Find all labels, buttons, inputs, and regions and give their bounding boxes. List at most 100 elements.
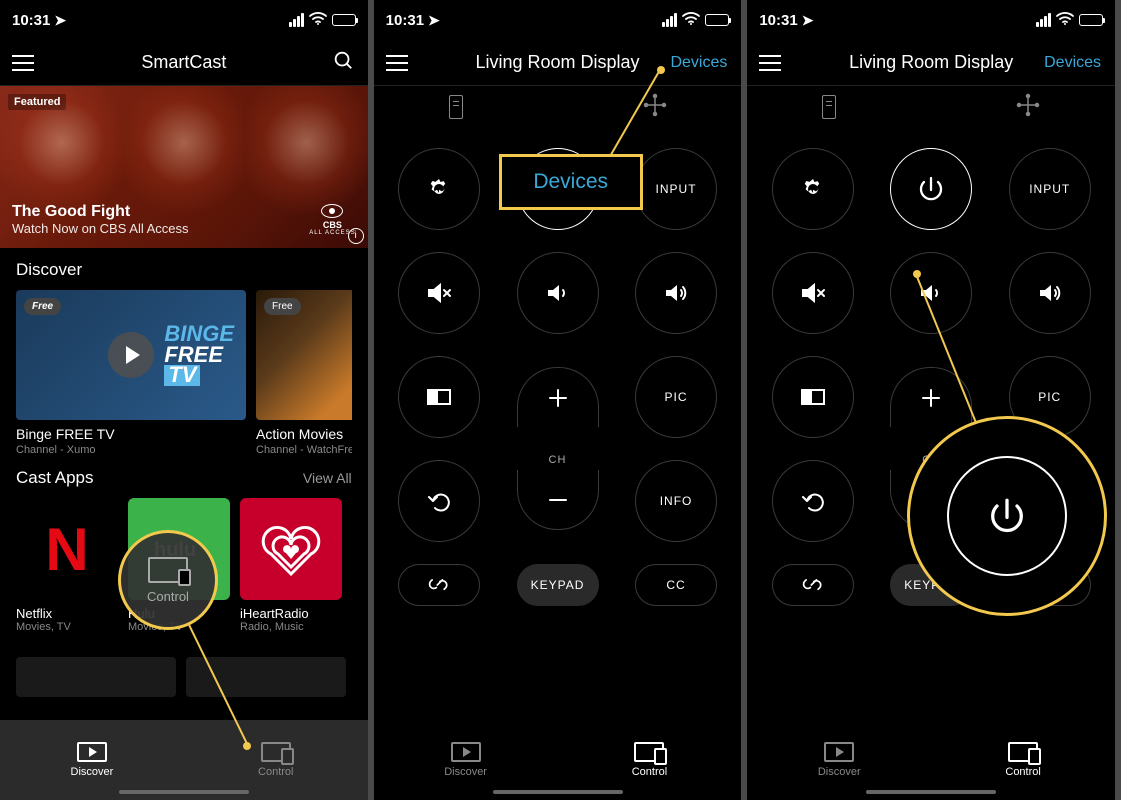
discover-card[interactable]: Free BINGE FREE TV Binge FREE TV Channel… bbox=[16, 290, 246, 456]
page-title: Living Room Display bbox=[849, 52, 1013, 73]
input-button[interactable]: INPUT bbox=[635, 148, 717, 230]
bottom-tab-bar: Discover Control bbox=[747, 720, 1115, 800]
featured-subtitle: Watch Now on CBS All Access bbox=[12, 221, 189, 236]
pic-button[interactable]: PIC bbox=[1009, 356, 1091, 438]
channel-up-button[interactable] bbox=[890, 367, 972, 427]
cc-button[interactable]: CC bbox=[1009, 564, 1091, 606]
battery-icon bbox=[332, 14, 356, 26]
tab-control[interactable]: Control bbox=[184, 720, 368, 800]
mute-button[interactable] bbox=[398, 252, 480, 334]
home-indicator[interactable] bbox=[119, 790, 249, 794]
remote-button-grid: INPUT PIC CH INFO KEYPAD CC bbox=[374, 128, 742, 606]
screen-2-remote-devices-callout: 10:31➤ Living Room Display Devices INPUT… bbox=[374, 0, 748, 800]
channel-up-button[interactable] bbox=[517, 367, 599, 427]
pic-button[interactable]: PIC bbox=[635, 356, 717, 438]
remote-subheader bbox=[374, 86, 742, 128]
keypad-button[interactable]: KEYPAD bbox=[517, 564, 599, 606]
tab-discover[interactable]: Discover bbox=[747, 720, 931, 800]
settings-button[interactable] bbox=[398, 148, 480, 230]
clock: 10:31 bbox=[386, 12, 424, 29]
input-button[interactable]: INPUT bbox=[1009, 148, 1091, 230]
cast-apps-section: Cast Apps View All N Netflix Movies, TV … bbox=[0, 456, 368, 633]
home-indicator[interactable] bbox=[866, 790, 996, 794]
play-icon bbox=[108, 332, 154, 378]
control-icon bbox=[1008, 742, 1038, 762]
channel-down-button[interactable] bbox=[890, 470, 972, 530]
view-all-link[interactable]: View All bbox=[303, 470, 352, 486]
status-bar: 10:31➤ bbox=[0, 0, 368, 40]
settings-button[interactable] bbox=[772, 148, 854, 230]
back-button[interactable] bbox=[772, 460, 854, 542]
discover-icon bbox=[824, 742, 854, 762]
remote-list-icon[interactable] bbox=[822, 95, 836, 119]
menu-button[interactable] bbox=[386, 55, 408, 71]
devices-link[interactable]: Devices bbox=[670, 54, 727, 72]
status-bar: 10:31 ➤ bbox=[747, 0, 1115, 40]
cell-signal-icon bbox=[662, 13, 677, 27]
back-button[interactable] bbox=[398, 460, 480, 542]
wifi-icon bbox=[309, 12, 327, 29]
volume-down-button[interactable] bbox=[517, 252, 599, 334]
app-tile-iheart[interactable]: iHeartRadio Radio, Music bbox=[240, 498, 342, 633]
location-icon: ➤ bbox=[54, 12, 66, 29]
search-button[interactable] bbox=[332, 49, 354, 76]
tab-control[interactable]: Control bbox=[931, 720, 1115, 800]
cell-signal-icon bbox=[289, 13, 304, 27]
card-title: Action Movies bbox=[256, 426, 352, 442]
tab-discover[interactable]: Discover bbox=[0, 720, 184, 800]
screen-3-remote-power-callout: 10:31 ➤ Living Room Display Devices INPUT… bbox=[747, 0, 1121, 800]
card-subtitle: Channel - Xumo bbox=[16, 444, 246, 456]
battery-icon bbox=[1079, 14, 1103, 26]
menu-button[interactable] bbox=[759, 55, 781, 71]
section-title: Cast Apps bbox=[16, 468, 94, 488]
remote-button-grid: INPUT PIC CH INFO KEYPAD CC bbox=[747, 128, 1115, 606]
app-header: Living Room Display Devices bbox=[747, 40, 1115, 86]
home-indicator[interactable] bbox=[493, 790, 623, 794]
aspect-button[interactable] bbox=[398, 356, 480, 438]
keypad-button[interactable]: KEYPAD bbox=[890, 564, 972, 606]
add-device-button[interactable] bbox=[1016, 93, 1040, 122]
page-title: Living Room Display bbox=[475, 52, 639, 73]
power-button[interactable] bbox=[517, 148, 599, 230]
link-button[interactable] bbox=[398, 564, 480, 606]
tab-discover[interactable]: Discover bbox=[374, 720, 558, 800]
page-title: SmartCast bbox=[141, 52, 226, 73]
free-tag: Free bbox=[264, 298, 301, 315]
bottom-tab-bar: Discover Control bbox=[0, 720, 368, 800]
cc-button[interactable]: CC bbox=[635, 564, 717, 606]
volume-up-button[interactable] bbox=[1009, 252, 1091, 334]
clock: 10:31 bbox=[759, 12, 797, 29]
control-icon bbox=[634, 742, 664, 762]
featured-banner[interactable]: Featured The Good Fight Watch Now on CBS… bbox=[0, 86, 368, 248]
channel-label: CH bbox=[549, 454, 567, 466]
app-header: SmartCast bbox=[0, 40, 368, 86]
channel-down-button[interactable] bbox=[517, 470, 599, 530]
remote-list-icon[interactable] bbox=[449, 95, 463, 119]
discover-section: Discover Free BINGE FREE TV Binge FREE T… bbox=[0, 248, 368, 456]
info-icon[interactable]: i bbox=[348, 228, 364, 244]
tab-control[interactable]: Control bbox=[558, 720, 742, 800]
discover-icon bbox=[451, 742, 481, 762]
devices-link[interactable]: Devices bbox=[1044, 54, 1101, 72]
wifi-icon bbox=[1056, 12, 1074, 29]
app-tile-hulu[interactable]: hulu Hulu Movies, TV bbox=[128, 498, 230, 633]
wifi-icon bbox=[682, 12, 700, 29]
mute-button[interactable] bbox=[772, 252, 854, 334]
add-device-button[interactable] bbox=[643, 93, 667, 122]
featured-title: The Good Fight bbox=[12, 203, 189, 221]
info-button[interactable]: INFO bbox=[635, 460, 717, 542]
discover-icon bbox=[77, 742, 107, 762]
info-button[interactable]: INFO bbox=[1009, 460, 1091, 542]
app-header: Living Room Display Devices bbox=[374, 40, 742, 86]
volume-up-button[interactable] bbox=[635, 252, 717, 334]
discover-card[interactable]: Free Action Movies Channel - WatchFree bbox=[256, 290, 352, 456]
featured-badge: Featured bbox=[8, 94, 66, 110]
location-icon: ➤ bbox=[802, 12, 814, 29]
cell-signal-icon bbox=[1036, 13, 1051, 27]
power-button[interactable] bbox=[890, 148, 972, 230]
app-tile-netflix[interactable]: N Netflix Movies, TV bbox=[16, 498, 118, 633]
aspect-button[interactable] bbox=[772, 356, 854, 438]
volume-down-button[interactable] bbox=[890, 252, 972, 334]
menu-button[interactable] bbox=[12, 55, 34, 71]
link-button[interactable] bbox=[772, 564, 854, 606]
